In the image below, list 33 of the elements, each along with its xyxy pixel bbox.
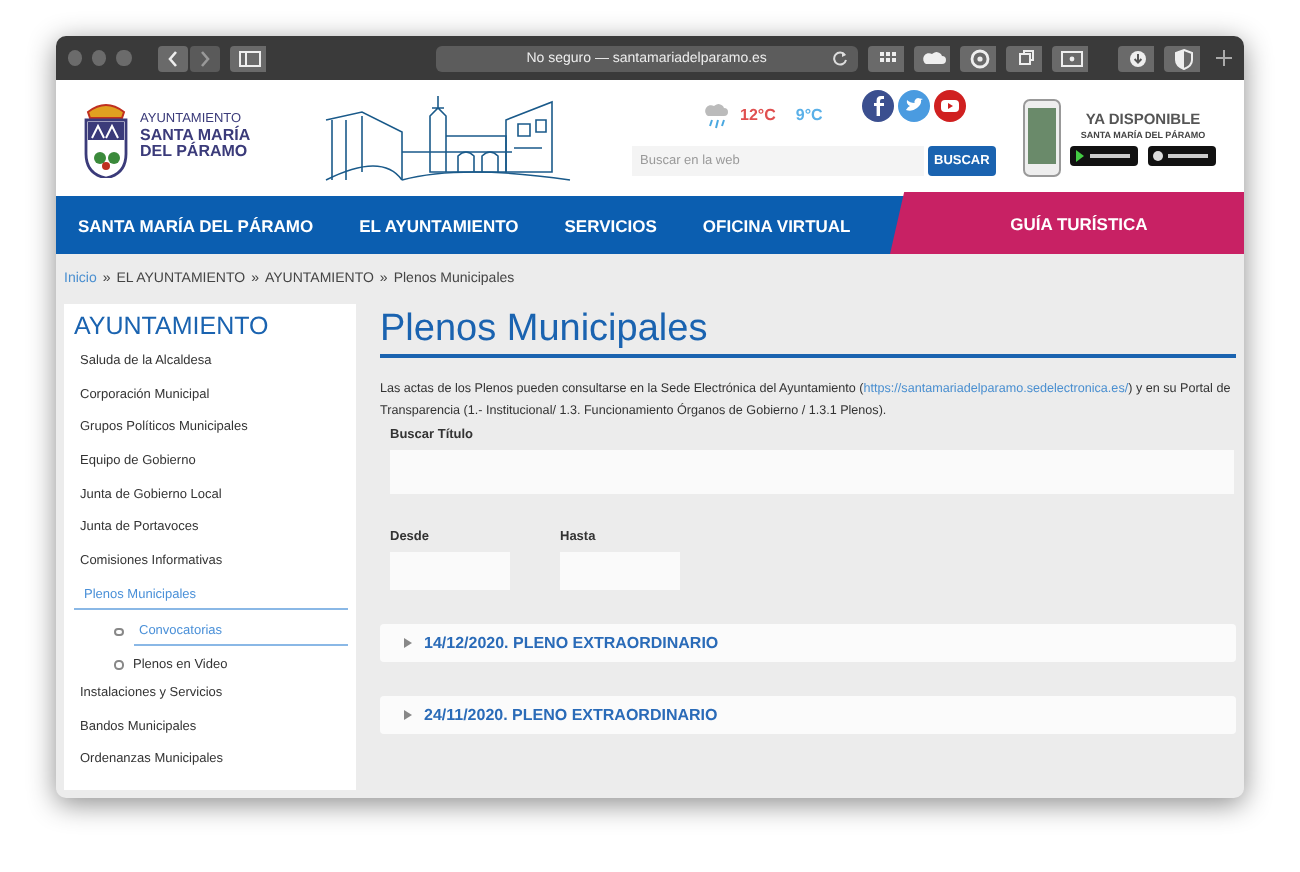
back-icon[interactable]: [157, 45, 188, 71]
facebook-icon[interactable]: [862, 89, 895, 121]
session-accordion[interactable]: 24/11/2020. PLENO EXTRAORDINARIO: [380, 696, 1236, 735]
app-store-badge-icon[interactable]: [1148, 146, 1216, 166]
nav-link[interactable]: OFICINA VIRTUAL: [702, 215, 851, 235]
nav-link[interactable]: EL AYUNTAMIENTO: [359, 215, 519, 235]
tourist-guide-tab[interactable]: GUÍA TURÍSTICA: [890, 192, 1244, 254]
cloud-icon[interactable]: [914, 45, 951, 71]
logo-text: DEL PÁRAMO: [140, 144, 250, 162]
sidebar-icon[interactable]: [229, 45, 266, 71]
session-accordion[interactable]: 14/12/2020. PLENO EXTRAORDINARIO: [380, 624, 1236, 663]
copy-icon[interactable]: [1006, 45, 1043, 71]
bullet-icon: [114, 660, 123, 670]
phone-icon: [1022, 98, 1062, 178]
min-temperature: 9°C: [795, 106, 823, 124]
nav-link[interactable]: SANTA MARÍA DEL PÁRAMO: [78, 215, 314, 235]
gear-icon[interactable]: [960, 45, 997, 71]
add-tab-icon[interactable]: [1214, 48, 1233, 68]
coat-of-arms-icon: [80, 98, 132, 178]
page-title: Plenos Municipales: [380, 304, 1236, 358]
nav-link[interactable]: SERVICIOS: [564, 215, 657, 235]
google-play-badge-icon[interactable]: [1070, 146, 1138, 166]
download-icon[interactable]: [1118, 45, 1155, 71]
sidebar-title: AYUNTAMIENTO: [74, 312, 271, 340]
logo-text: SANTA MARÍA: [140, 128, 251, 145]
grid-icon[interactable]: [868, 45, 905, 71]
rain-cloud-icon: [704, 101, 728, 129]
play-icon[interactable]: [934, 89, 967, 121]
forward-icon[interactable]: [189, 45, 220, 71]
max-temperature: 12°C: [740, 106, 776, 124]
bullet-icon: [114, 627, 123, 637]
reload-icon[interactable]: [832, 50, 849, 66]
shield-icon[interactable]: [1164, 45, 1201, 71]
